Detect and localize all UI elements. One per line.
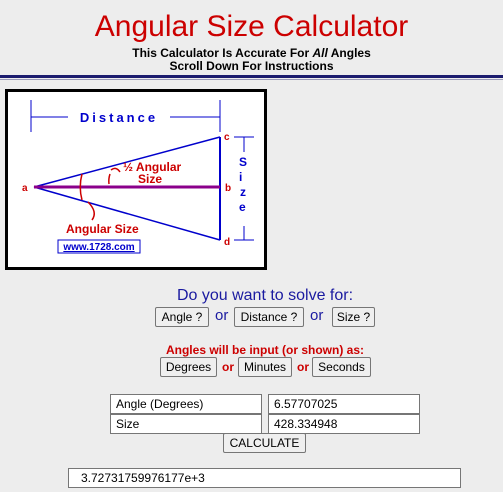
angular-size-diagram: Distance a b c d Size ½ Angular Size Ang… [5, 89, 267, 270]
or-text-2: or [310, 307, 324, 324]
accuracy-note-suffix: Angles [327, 46, 371, 60]
point-b-label: b [225, 183, 231, 194]
solve-distance-button[interactable]: Distance ? [234, 307, 304, 327]
or-text-4: or [297, 360, 309, 374]
accuracy-note-prefix: This Calculator Is Accurate For [132, 46, 313, 60]
point-c-label: c [224, 132, 230, 143]
half-angle-pointer [110, 167, 121, 173]
result-output[interactable]: 3.72731759976177e+3 [68, 468, 461, 488]
website-link: www.1728.com [62, 242, 134, 253]
solve-angle-button[interactable]: Angle ? [155, 307, 209, 327]
page-title: Angular Size Calculator [94, 10, 409, 43]
half-angle-size-label: Size [138, 172, 162, 186]
diagram-svg: Distance a b c d Size ½ Angular Size Ang… [22, 100, 254, 254]
header: Angular Size Calculator This Calculator … [0, 0, 503, 80]
instructions-note: Scroll Down For Instructions [169, 59, 334, 73]
solve-question: Do you want to solve for: [176, 287, 354, 304]
seconds-button[interactable]: Seconds [312, 357, 371, 377]
size-label-field: Size [110, 414, 262, 434]
solve-size-button[interactable]: Size ? [332, 307, 375, 327]
size-value-input[interactable]: 428.334948 [268, 414, 420, 434]
or-text-3: or [222, 360, 234, 374]
calculate-button[interactable]: CALCULATE [223, 433, 306, 453]
angular-size-label: Angular Size [66, 222, 139, 236]
angle-label-field: Angle (Degrees) [110, 394, 262, 414]
accuracy-note: This Calculator Is Accurate For All Angl… [0, 46, 503, 60]
point-d-label: d [224, 237, 230, 248]
angle-units-label: Angles will be input (or shown) as: [165, 343, 364, 357]
angle-value-input[interactable]: 6.57707025 [268, 394, 420, 414]
minutes-button[interactable]: Minutes [238, 357, 292, 377]
size-vertical-label: Size [239, 155, 247, 214]
half-angle-arc [108, 173, 111, 185]
header-divider-shadow [0, 79, 503, 80]
point-a-label: a [22, 183, 28, 194]
accuracy-note-emphasis: All [312, 46, 328, 60]
header-divider [0, 75, 503, 78]
degrees-button[interactable]: Degrees [160, 357, 217, 377]
distance-label: Distance [80, 110, 158, 125]
or-text-1: or [215, 307, 229, 324]
angular-size-pointer [87, 201, 95, 221]
